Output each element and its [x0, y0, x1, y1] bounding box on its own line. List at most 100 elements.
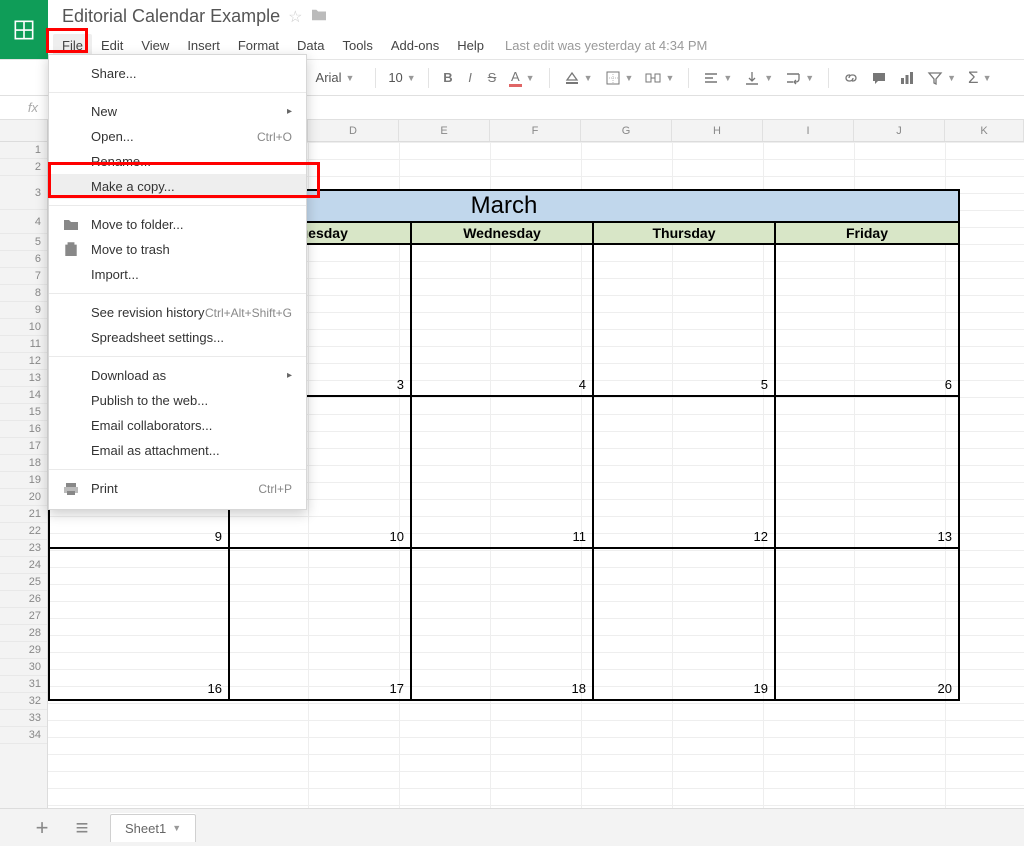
row-header-16[interactable]: 16 — [0, 421, 47, 438]
folder-move-icon[interactable] — [310, 8, 328, 25]
doc-header: Editorial Calendar Example ☆ File Edit V… — [0, 0, 1024, 60]
row-header-29[interactable]: 29 — [0, 642, 47, 659]
vertical-align-button[interactable]: ▼ — [740, 67, 777, 89]
select-all-corner[interactable] — [0, 120, 48, 141]
strikethrough-button[interactable]: S — [483, 67, 501, 89]
filter-button[interactable]: ▼ — [923, 67, 960, 89]
file-revision-history[interactable]: See revision historyCtrl+Alt+Shift+G — [49, 300, 306, 325]
row-header-34[interactable]: 34 — [0, 727, 47, 744]
file-move-to-folder[interactable]: Move to folder... — [49, 212, 306, 237]
row-header-30[interactable]: 30 — [0, 659, 47, 676]
submenu-arrow-icon: ▸ — [287, 106, 292, 117]
calendar-day-wednesday: Wednesday — [412, 223, 594, 245]
last-edit-label[interactable]: Last edit was yesterday at 4:34 PM — [505, 34, 707, 57]
row-headers: 1234567891011121314151617181920212223242… — [0, 142, 48, 808]
file-move-to-trash[interactable]: Move to trash — [49, 237, 306, 262]
fill-color-button[interactable]: ▼ — [560, 67, 597, 89]
row-header-25[interactable]: 25 — [0, 574, 47, 591]
row-header-7[interactable]: 7 — [0, 268, 47, 285]
file-print[interactable]: PrintCtrl+P — [49, 476, 306, 501]
cal-cell-w2-c4: 12 — [594, 397, 776, 549]
row-header-23[interactable]: 23 — [0, 540, 47, 557]
menu-addons[interactable]: Add-ons — [382, 34, 448, 57]
font-size-select[interactable]: 10▼ — [386, 67, 418, 89]
borders-button[interactable]: ▼ — [601, 67, 638, 89]
sheet-tab-sheet1[interactable]: Sheet1▼ — [110, 814, 196, 842]
row-header-1[interactable]: 1 — [0, 142, 47, 159]
column-header-k[interactable]: K — [945, 120, 1024, 141]
row-header-2[interactable]: 2 — [0, 159, 47, 176]
fx-label: fx — [0, 100, 48, 115]
text-wrap-button[interactable]: ▼ — [781, 67, 818, 89]
row-header-31[interactable]: 31 — [0, 676, 47, 693]
row-header-14[interactable]: 14 — [0, 387, 47, 404]
file-menu-dropdown: Share... New▸ Open...Ctrl+O Rename... Ma… — [48, 54, 307, 510]
column-header-d[interactable]: D — [308, 120, 399, 141]
column-header-e[interactable]: E — [399, 120, 490, 141]
column-header-h[interactable]: H — [672, 120, 763, 141]
star-icon[interactable]: ☆ — [288, 7, 302, 27]
column-header-g[interactable]: G — [581, 120, 672, 141]
row-header-4[interactable]: 4 — [0, 210, 47, 234]
row-header-11[interactable]: 11 — [0, 336, 47, 353]
row-header-28[interactable]: 28 — [0, 625, 47, 642]
bold-button[interactable]: B — [439, 67, 457, 89]
row-header-19[interactable]: 19 — [0, 472, 47, 489]
cal-cell-w3-c4: 19 — [594, 549, 776, 701]
row-header-32[interactable]: 32 — [0, 693, 47, 710]
merge-cells-button[interactable]: ▼ — [641, 67, 678, 89]
doc-title[interactable]: Editorial Calendar Example — [62, 6, 280, 27]
row-header-13[interactable]: 13 — [0, 370, 47, 387]
row-header-20[interactable]: 20 — [0, 489, 47, 506]
row-header-3[interactable]: 3 — [0, 176, 47, 210]
file-open[interactable]: Open...Ctrl+O — [49, 124, 306, 149]
row-header-18[interactable]: 18 — [0, 455, 47, 472]
row-header-24[interactable]: 24 — [0, 557, 47, 574]
add-sheet-button[interactable]: + — [30, 816, 54, 840]
all-sheets-button[interactable]: ≡ — [70, 816, 94, 840]
row-header-5[interactable]: 5 — [0, 234, 47, 251]
chevron-down-icon: ▼ — [947, 73, 956, 83]
print-icon — [63, 481, 79, 497]
file-publish-to-web[interactable]: Publish to the web... — [49, 388, 306, 413]
file-email-collaborators[interactable]: Email collaborators... — [49, 413, 306, 438]
chevron-down-icon: ▼ — [983, 73, 992, 83]
column-header-j[interactable]: J — [854, 120, 945, 141]
file-new[interactable]: New▸ — [49, 99, 306, 124]
file-share[interactable]: Share... — [49, 61, 306, 86]
insert-link-button[interactable] — [839, 67, 863, 89]
row-header-15[interactable]: 15 — [0, 404, 47, 421]
row-header-22[interactable]: 22 — [0, 523, 47, 540]
cal-cell-w3-c2: 17 — [230, 549, 412, 701]
file-import[interactable]: Import... — [49, 262, 306, 287]
menu-help[interactable]: Help — [448, 34, 493, 57]
row-header-26[interactable]: 26 — [0, 591, 47, 608]
chevron-down-icon: ▼ — [625, 73, 634, 83]
font-family-select[interactable]: Arial▼ — [305, 67, 365, 89]
insert-comment-button[interactable] — [867, 67, 891, 89]
functions-button[interactable]: Σ▼ — [964, 67, 995, 89]
column-header-f[interactable]: F — [490, 120, 581, 141]
text-color-button[interactable]: A▼ — [505, 67, 539, 89]
column-header-i[interactable]: I — [763, 120, 854, 141]
file-spreadsheet-settings[interactable]: Spreadsheet settings... — [49, 325, 306, 350]
row-header-33[interactable]: 33 — [0, 710, 47, 727]
row-header-17[interactable]: 17 — [0, 438, 47, 455]
insert-chart-button[interactable] — [895, 67, 919, 89]
row-header-12[interactable]: 12 — [0, 353, 47, 370]
row-header-10[interactable]: 10 — [0, 319, 47, 336]
row-header-8[interactable]: 8 — [0, 285, 47, 302]
sheets-app-icon[interactable] — [0, 0, 48, 60]
row-header-9[interactable]: 9 — [0, 302, 47, 319]
calendar-day-friday: Friday — [776, 223, 960, 245]
menu-tools[interactable]: Tools — [333, 34, 381, 57]
file-rename[interactable]: Rename... — [49, 149, 306, 174]
file-make-a-copy[interactable]: Make a copy... — [49, 174, 306, 199]
file-email-as-attachment[interactable]: Email as attachment... — [49, 438, 306, 463]
row-header-6[interactable]: 6 — [0, 251, 47, 268]
file-download-as[interactable]: Download as▸ — [49, 363, 306, 388]
row-header-27[interactable]: 27 — [0, 608, 47, 625]
horizontal-align-button[interactable]: ▼ — [699, 67, 736, 89]
row-header-21[interactable]: 21 — [0, 506, 47, 523]
italic-button[interactable]: I — [461, 67, 479, 89]
